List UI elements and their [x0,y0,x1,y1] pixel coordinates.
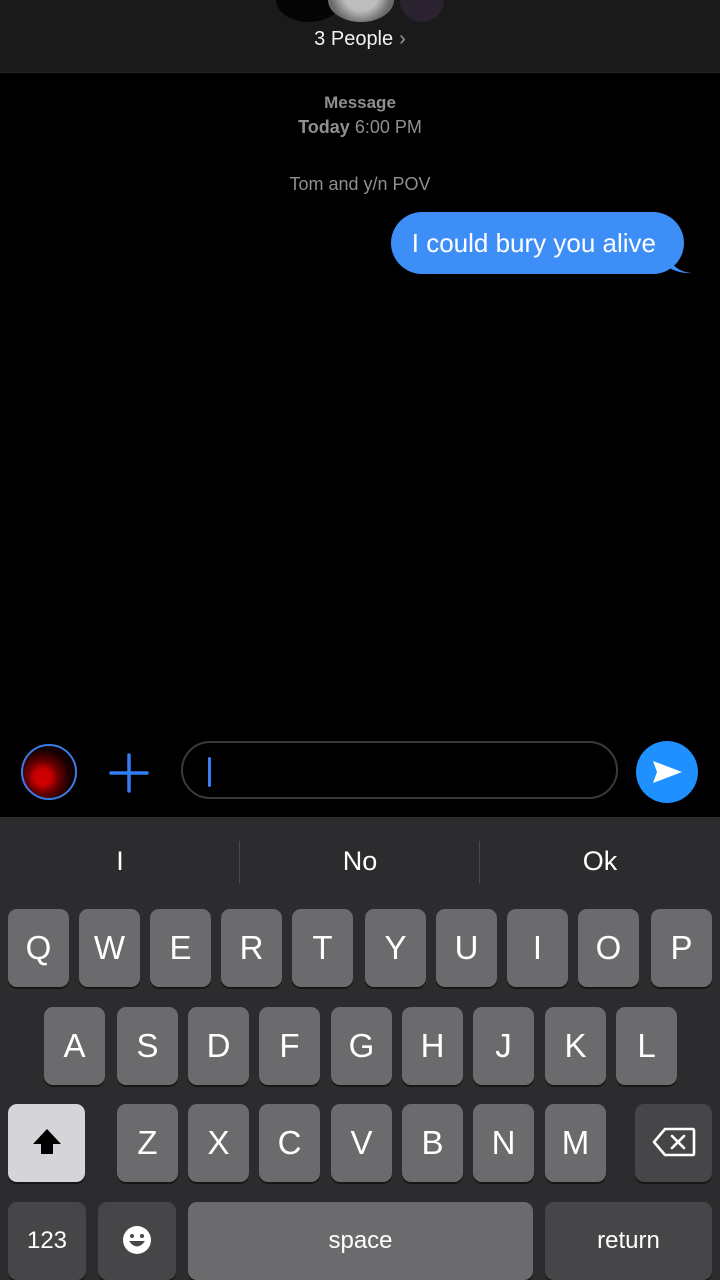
timestamp: Today 6:00 PM [0,117,720,138]
suggestion-2[interactable]: No [240,817,480,905]
conversation-header: 3 People › [0,0,720,73]
message-bubble-outgoing[interactable]: I could bury you alive [390,212,684,274]
suggestion-1[interactable]: I [0,817,240,905]
numbers-key[interactable]: 123 [8,1202,86,1280]
backspace-icon [652,1127,695,1157]
service-label: Message [324,93,396,112]
key-h[interactable]: H [402,1007,463,1085]
key-t[interactable]: T [292,909,353,987]
key-p[interactable]: P [651,909,712,987]
delete-key[interactable] [635,1104,712,1182]
shift-key[interactable] [8,1104,85,1182]
key-n[interactable]: N [473,1104,534,1182]
avatar [400,0,444,22]
group-title: 3 People [314,28,394,50]
key-y[interactable]: Y [365,909,426,987]
key-g[interactable]: G [331,1007,392,1085]
chevron-right-icon: › [399,28,406,50]
memoji-avatar-button[interactable] [21,744,77,800]
return-key[interactable]: return [545,1202,712,1280]
key-r[interactable]: R [221,909,282,987]
key-j[interactable]: J [473,1007,534,1085]
plus-icon[interactable] [108,752,150,794]
key-u[interactable]: U [436,909,497,987]
key-a[interactable]: A [44,1007,105,1085]
key-s[interactable]: S [117,1007,178,1085]
key-d[interactable]: D [188,1007,249,1085]
key-z[interactable]: Z [117,1104,178,1182]
emoji-key[interactable] [98,1202,176,1280]
space-key[interactable]: space [188,1202,533,1280]
timestamp-time: 6:00 PM [354,117,422,137]
key-i[interactable]: I [507,909,568,987]
group-title-button[interactable]: 3 People › [0,28,720,51]
send-button[interactable] [636,741,698,803]
key-c[interactable]: C [259,1104,320,1182]
key-w[interactable]: W [79,909,140,987]
emoji-icon [123,1226,151,1255]
key-o[interactable]: O [578,909,639,987]
text-caret [208,757,211,787]
key-v[interactable]: V [331,1104,392,1182]
message-input-container[interactable] [181,741,618,799]
key-e[interactable]: E [150,909,211,987]
timestamp-day: Today [298,117,350,137]
keyboard: I No Ok Q W E R T Y U I O P A S D F G H … [0,817,720,1280]
messages-screen: 3 People › Message Today 6:00 PM Tom and … [0,0,720,1280]
key-l[interactable]: L [616,1007,677,1085]
key-b[interactable]: B [402,1104,463,1182]
key-m[interactable]: M [545,1104,606,1182]
key-f[interactable]: F [259,1007,320,1085]
avatar [328,0,394,22]
shift-arrow-icon [32,1129,61,1155]
conversation-note: Tom and y/n POV [289,174,431,194]
send-arrow-icon [653,761,682,783]
suggestion-bar: I No Ok [0,817,720,905]
suggestion-3[interactable]: Ok [480,817,720,905]
key-k[interactable]: K [545,1007,606,1085]
key-x[interactable]: X [188,1104,249,1182]
key-q[interactable]: Q [8,909,69,987]
message-input[interactable] [213,751,607,793]
